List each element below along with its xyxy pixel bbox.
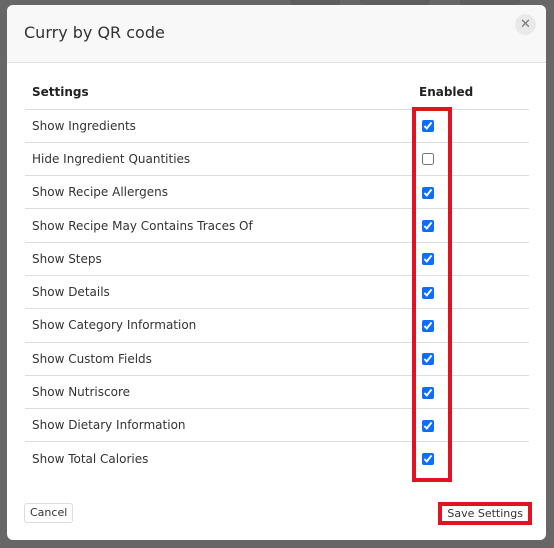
table-row: Show Custom Fields (25, 342, 529, 376)
enabled-checkbox[interactable] (422, 453, 434, 466)
table-row: Show Recipe Allergens (25, 175, 529, 210)
enabled-checkbox[interactable] (422, 220, 434, 233)
setting-label: Show Custom Fields (25, 342, 419, 376)
enabled-checkbox[interactable] (422, 419, 434, 432)
table-row: Show Dietary Information (25, 408, 529, 443)
table-row: Show Recipe May Contains Traces Of (25, 208, 529, 243)
setting-label: Show Details (25, 275, 419, 310)
modal-title: Curry by QR code (24, 23, 165, 42)
enabled-checkbox[interactable] (422, 120, 434, 133)
setting-label: Show Recipe May Contains Traces Of (25, 208, 419, 243)
close-icon[interactable]: ✕ (515, 14, 536, 35)
setting-label: Show Total Calories (32, 451, 149, 466)
setting-label: Show Ingredients (25, 109, 419, 143)
enabled-checkbox[interactable] (422, 386, 434, 399)
table-row: Show Category Information (25, 308, 529, 343)
column-header-enabled: Enabled (419, 75, 529, 110)
setting-label: Show Nutriscore (25, 375, 419, 410)
table-row: Show Details (25, 275, 529, 310)
enabled-checkbox[interactable] (422, 186, 434, 199)
table-row: Show Steps (25, 242, 529, 276)
setting-label: Show Steps (25, 242, 419, 276)
save-settings-button[interactable]: Save Settings (438, 502, 532, 525)
table-row: Show Nutriscore (25, 375, 529, 410)
settings-table: Settings Enabled Show Ingredients Hide In… (25, 75, 529, 475)
setting-label: Show Recipe Allergens (25, 175, 419, 210)
setting-label: Hide Ingredient Quantities (25, 142, 419, 177)
table-row: Show Ingredients (25, 109, 529, 143)
qr-settings-modal: Curry by QR code ✕ Settings Enabled Show… (7, 5, 546, 540)
enabled-checkbox[interactable] (422, 353, 434, 366)
enabled-checkbox[interactable] (422, 253, 434, 266)
table-row: Hide Ingredient Quantities (25, 142, 529, 177)
enabled-checkbox[interactable] (422, 286, 434, 299)
enabled-checkbox[interactable] (422, 153, 434, 166)
setting-label: Show Category Information (25, 308, 419, 343)
column-header-settings: Settings (25, 75, 419, 110)
cancel-button[interactable]: Cancel (24, 503, 74, 523)
modal-header: Curry by QR code ✕ (7, 5, 546, 63)
setting-label: Show Dietary Information (25, 408, 419, 443)
table-row: Show Total Calories (25, 442, 529, 475)
enabled-checkbox[interactable] (422, 319, 434, 332)
